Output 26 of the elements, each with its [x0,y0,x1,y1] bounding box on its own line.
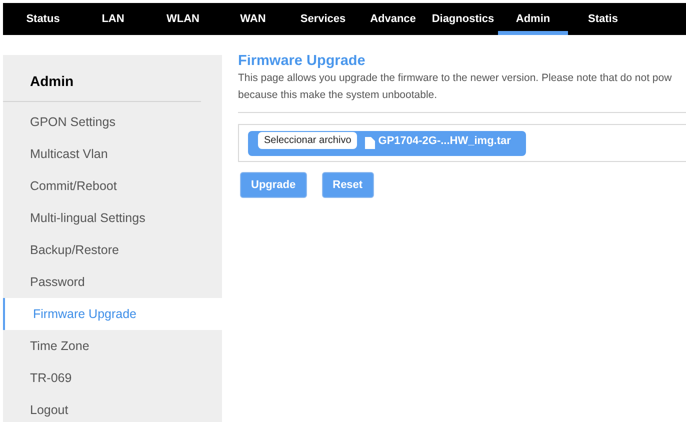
sidebar-item[interactable]: TR-069 [3,362,222,394]
sidebar-title: Admin [29,72,75,91]
sidebar-item[interactable]: Multi-lingual Settings [3,202,222,234]
nav-tab[interactable]: Status [8,3,78,35]
sidebar-item[interactable]: Commit/Reboot [3,170,222,202]
nav-tab[interactable]: Admin [498,3,568,35]
file-name: GP1704-2G-...HW_img.tar [378,135,511,147]
description-text: This page allows you upgrade the firmware to the newer version. Please note that do not pow [238,71,673,86]
choose-file-button[interactable]: Seleccionar archivo [258,132,358,148]
sidebar-item[interactable]: GPON Settings [3,106,222,138]
nav-tab[interactable]: Statis [568,3,638,35]
nav-tab[interactable]: WAN [218,3,288,35]
sidebar-item[interactable]: Backup/Restore [3,234,222,266]
nav-tab[interactable]: LAN [78,3,148,35]
file-picker[interactable]: Seleccionar archivo GP1704-2G-...HW_img.tar [248,130,526,156]
nav-tab[interactable]: Services [288,3,358,35]
file-icon [365,137,376,149]
sidebar-item[interactable]: Password [3,266,222,298]
sidebar-item[interactable]: Logout [3,394,222,422]
nav-tab[interactable]: WLAN [148,3,218,35]
sidebar-item[interactable]: Multicast Vlan [3,138,222,170]
sidebar-item[interactable]: Time Zone [3,330,222,362]
description-text: because this make the system unbootable. [238,88,438,103]
sidebar-item[interactable]: Firmware Upgrade [3,298,222,330]
nav-tab[interactable]: Diagnostics [428,3,498,35]
nav-tab[interactable]: Advance [358,3,428,35]
